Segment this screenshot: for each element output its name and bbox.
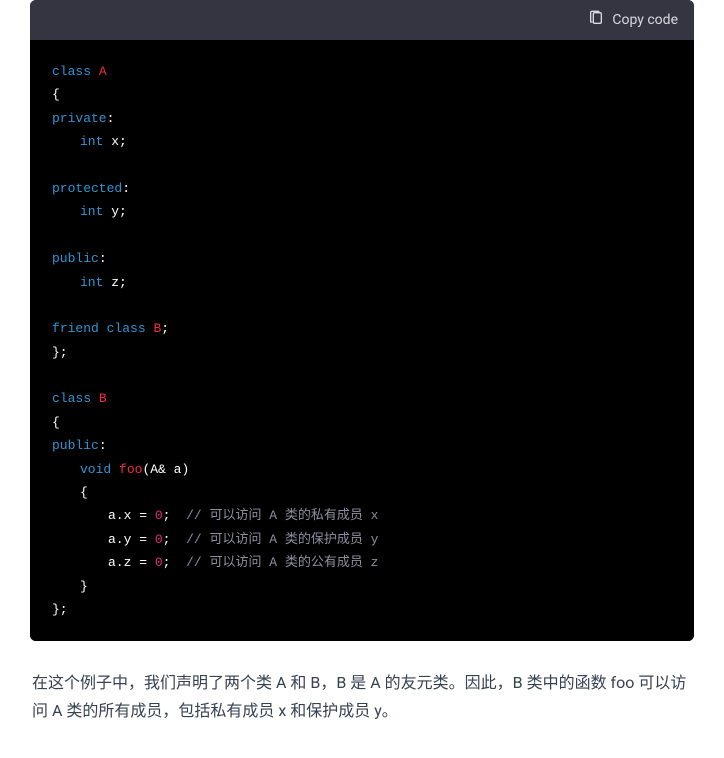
code-line: int z; bbox=[52, 271, 672, 294]
code-body: class A { private: int x; protected: int… bbox=[30, 40, 694, 641]
code-header: Copy code bbox=[30, 0, 694, 40]
copy-code-label: Copy code bbox=[612, 12, 678, 28]
code-line: public: bbox=[52, 434, 672, 457]
clipboard-icon bbox=[588, 10, 604, 30]
code-block: Copy code class A { private: int x; prot… bbox=[30, 0, 694, 641]
code-line: protected: bbox=[52, 177, 672, 200]
code-line: a.z = 0; // 可以访问 A 类的公有成员 z bbox=[52, 551, 672, 574]
code-line bbox=[52, 154, 672, 177]
code-line bbox=[52, 364, 672, 387]
code-line bbox=[52, 224, 672, 247]
code-line: void foo(A& a) bbox=[52, 458, 672, 481]
code-line: }; bbox=[52, 341, 672, 364]
copy-code-button[interactable]: Copy code bbox=[588, 10, 678, 30]
code-line: }; bbox=[52, 598, 672, 621]
code-line: { bbox=[52, 83, 672, 106]
code-line: friend class B; bbox=[52, 317, 672, 340]
code-line: a.y = 0; // 可以访问 A 类的保护成员 y bbox=[52, 528, 672, 551]
code-line: int x; bbox=[52, 130, 672, 153]
code-line: a.x = 0; // 可以访问 A 类的私有成员 x bbox=[52, 504, 672, 527]
code-line: private: bbox=[52, 107, 672, 130]
code-line: class B bbox=[52, 387, 672, 410]
code-line bbox=[52, 294, 672, 317]
description-text: 在这个例子中，我们声明了两个类 A 和 B，B 是 A 的友元类。因此，B 类中… bbox=[32, 669, 692, 725]
code-line: int y; bbox=[52, 200, 672, 223]
code-line: { bbox=[52, 411, 672, 434]
code-line: } bbox=[52, 575, 672, 598]
code-line: public: bbox=[52, 247, 672, 270]
code-line: class A bbox=[52, 60, 672, 83]
code-line: { bbox=[52, 481, 672, 504]
